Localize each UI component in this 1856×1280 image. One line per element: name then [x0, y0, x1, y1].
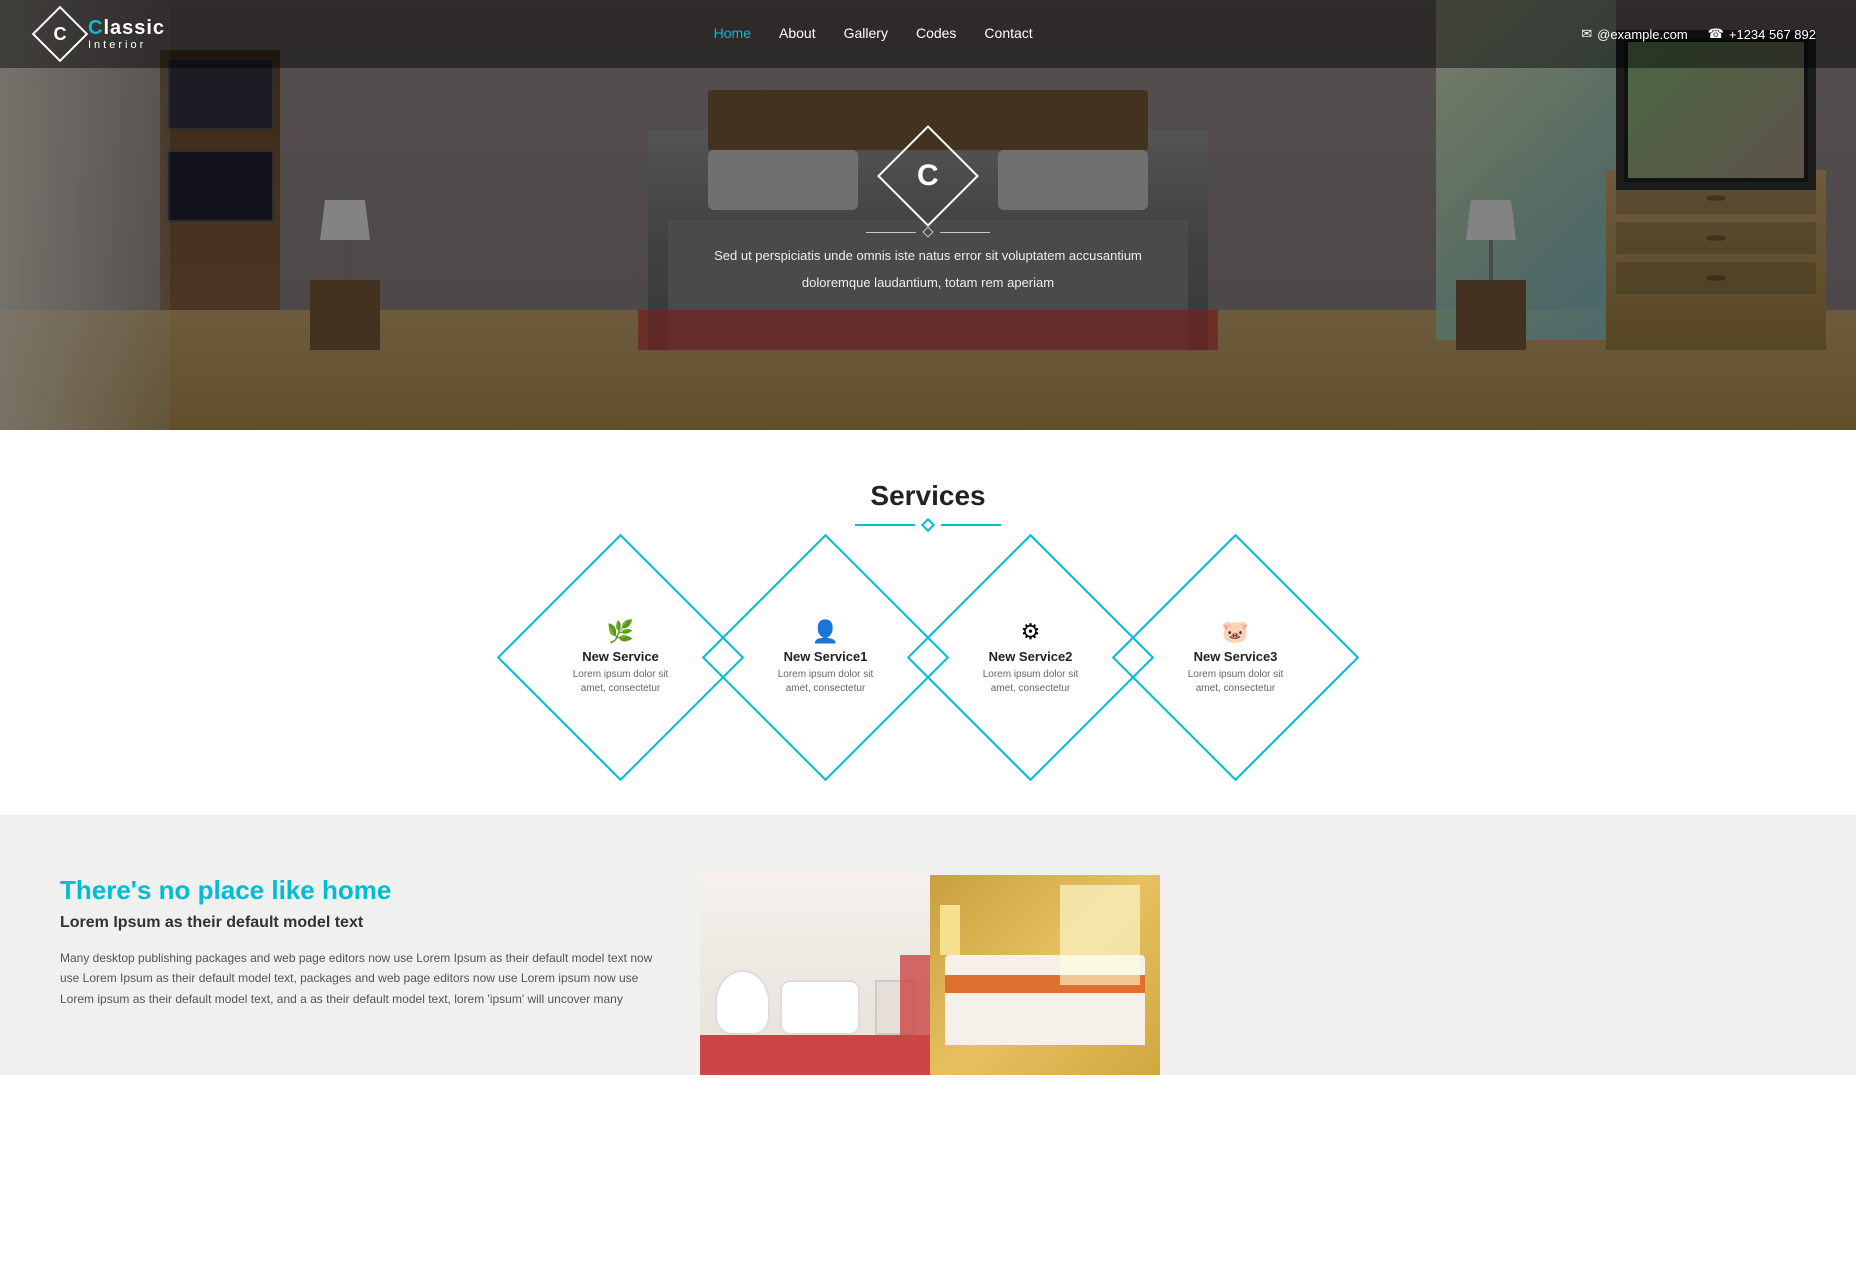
- service-inner-1: 👤 New Service1 Lorem ipsum dolor sit ame…: [776, 619, 876, 696]
- service-inner-0: 🌿 New Service Lorem ipsum dolor sit amet…: [571, 619, 671, 696]
- about-heading: There's no place like home: [60, 875, 660, 906]
- logo-diamond: C: [32, 6, 89, 63]
- hero-logo-diamond: C: [877, 125, 979, 227]
- service-desc-0: Lorem ipsum dolor sit amet, consectetur: [571, 668, 671, 696]
- service-name-1: New Service1: [784, 649, 868, 664]
- logo-letter: C: [54, 24, 67, 45]
- service-name-0: New Service: [582, 649, 659, 664]
- nav-home[interactable]: Home: [714, 25, 751, 41]
- about-image-bathroom: [700, 875, 930, 1075]
- service-icon-3: 🐷: [1222, 619, 1249, 645]
- nav-about[interactable]: About: [779, 25, 816, 41]
- brand-sub: Interior: [88, 39, 165, 51]
- service-desc-1: Lorem ipsum dolor sit amet, consectetur: [776, 668, 876, 696]
- hero-description-line2: doloremque laudantium, totam rem aperiam: [802, 275, 1054, 290]
- phone-icon: ☎: [1708, 26, 1724, 42]
- navbar: C Classic Interior Home About Gallery Co…: [0, 0, 1856, 68]
- nav-links: Home About Gallery Codes Contact: [714, 25, 1033, 43]
- nav-gallery[interactable]: Gallery: [844, 25, 888, 41]
- service-name-2: New Service2: [989, 649, 1073, 664]
- service-card-0: 🌿 New Service Lorem ipsum dolor sit amet…: [533, 570, 708, 745]
- about-section: There's no place like home Lorem Ipsum a…: [0, 815, 1856, 1075]
- services-divider: [20, 520, 1836, 530]
- services-grid: 🌿 New Service Lorem ipsum dolor sit amet…: [20, 550, 1836, 785]
- nav-contact[interactable]: Contact: [984, 25, 1032, 41]
- about-images: [700, 875, 1160, 1075]
- services-title: Services: [20, 480, 1836, 512]
- nav-contact-info: ✉ @example.com ☎ +1234 567 892: [1581, 26, 1816, 42]
- nav-phone: ☎ +1234 567 892: [1708, 26, 1816, 42]
- service-icon-1: 👤: [812, 619, 839, 645]
- services-section: Services 🌿 New Service Lorem ipsum dolor…: [0, 430, 1856, 815]
- service-card-2: ⚙ New Service2 Lorem ipsum dolor sit ame…: [943, 570, 1118, 745]
- divider-line-right: [940, 232, 990, 233]
- sdivider-line-right: [941, 524, 1001, 526]
- service-icon-2: ⚙: [1021, 619, 1041, 645]
- divider-line-left: [866, 232, 916, 233]
- logo[interactable]: C Classic Interior: [40, 14, 165, 54]
- about-text: There's no place like home Lorem Ipsum a…: [60, 875, 660, 1009]
- nav-codes[interactable]: Codes: [916, 25, 956, 41]
- hero-description-line1: Sed ut perspiciatis unde omnis iste natu…: [714, 248, 1142, 263]
- service-desc-3: Lorem ipsum dolor sit amet, consectetur: [1186, 668, 1286, 696]
- service-inner-3: 🐷 New Service3 Lorem ipsum dolor sit ame…: [1186, 619, 1286, 696]
- service-inner-2: ⚙ New Service2 Lorem ipsum dolor sit ame…: [981, 619, 1081, 696]
- email-icon: ✉: [1581, 26, 1592, 42]
- hero-divider: [866, 228, 990, 236]
- brand-name: Classic: [88, 17, 165, 39]
- divider-diamond: [922, 226, 933, 237]
- service-icon-0: 🌿: [607, 619, 634, 645]
- about-subheading: Lorem Ipsum as their default model text: [60, 914, 660, 932]
- service-desc-2: Lorem ipsum dolor sit amet, consectetur: [981, 668, 1081, 696]
- service-card-1: 👤 New Service1 Lorem ipsum dolor sit ame…: [738, 570, 913, 745]
- logo-text: Classic Interior: [88, 17, 165, 51]
- about-image-bedroom: [930, 875, 1160, 1075]
- about-body: Many desktop publishing packages and web…: [60, 948, 660, 1009]
- sdivider-diamond: [921, 518, 935, 532]
- service-card-3: 🐷 New Service3 Lorem ipsum dolor sit ame…: [1148, 570, 1323, 745]
- service-name-3: New Service3: [1194, 649, 1278, 664]
- nav-email: ✉ @example.com: [1581, 26, 1687, 42]
- sdivider-line-left: [855, 524, 915, 526]
- hero-logo-letter: C: [917, 159, 939, 193]
